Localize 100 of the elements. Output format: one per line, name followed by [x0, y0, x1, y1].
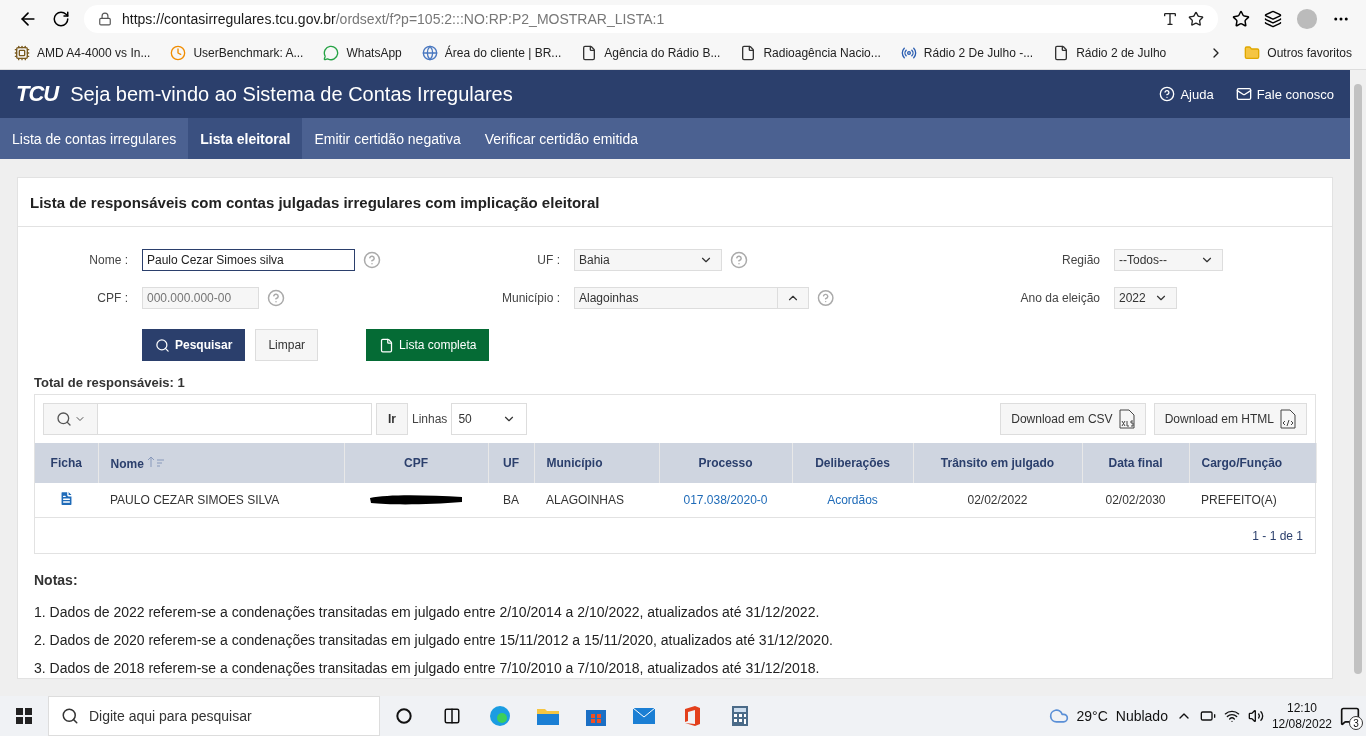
lock-icon	[98, 11, 112, 26]
rows-select[interactable]: 50	[451, 403, 528, 435]
browser-icon[interactable]	[489, 705, 511, 727]
region-select[interactable]: --Todos--	[1114, 249, 1223, 271]
note-text: 3. Dados de 2018 referem-se a condenações transitadas em julgado entre 7/10/2010 a 7/10/2018, atualizados até 31/12/2018.	[33, 659, 821, 678]
download-button[interactable]: Download em HTML	[1153, 403, 1307, 435]
wifi-icon[interactable]	[1223, 708, 1240, 724]
chat-bubble-icon	[323, 45, 340, 61]
page-title: Seja bem-vindo ao Sistema de Contas Irregulares	[70, 82, 514, 106]
collections-icon[interactable]	[1264, 9, 1282, 28]
bookmark[interactable]: UserBenchmark: A...	[170, 45, 304, 61]
column-header[interactable]: Município	[534, 443, 659, 483]
total-count: Total de responsáveis: 1	[33, 374, 186, 392]
note-text: 2. Dados de 2020 referem-se a condenações transitadas em julgado entre 15/11/2012 a 15/11/2020, atualizados até 31/12/2020.	[33, 631, 834, 650]
field-label: UF :	[536, 253, 561, 267]
search-button[interactable]: Pesquisar	[142, 329, 246, 361]
table-cell: BA	[488, 483, 534, 518]
rows-label: Linhas	[412, 412, 448, 426]
card-title: Lista de responsáveis com contas julgadas irregulares com implicação eleitoral	[18, 178, 1332, 227]
clock-icon	[170, 45, 187, 61]
cpf-field[interactable]: 000.000.000-00	[142, 287, 259, 309]
column-header[interactable]: Cargo/Função	[1189, 443, 1316, 483]
table-cell: PREFEITO(A)	[1189, 483, 1316, 518]
process-link[interactable]: 017.038/2020-0	[683, 493, 768, 507]
column-header[interactable]: Nome	[98, 443, 344, 483]
nav-tab[interactable]: Lista de contas irregulares	[0, 118, 189, 159]
column-header[interactable]: CPF	[344, 443, 488, 483]
clear-button[interactable]: Limpar	[255, 329, 319, 361]
weather-text: Nublado	[1115, 708, 1168, 724]
bookmark[interactable]: Rádio 2 De Julho -...	[900, 45, 1034, 61]
favorites-icon[interactable]	[1232, 9, 1250, 28]
windows-logo-icon[interactable]	[16, 708, 32, 724]
download-button[interactable]: Download em CSV	[1000, 403, 1146, 435]
search-icon	[55, 411, 72, 427]
table-cell: 02/02/2030	[1082, 483, 1189, 518]
reload-icon[interactable]	[52, 9, 70, 28]
calculator-icon[interactable]	[732, 706, 748, 726]
help-link[interactable]: Ajuda	[1159, 86, 1214, 102]
field-label: CPF :	[96, 291, 129, 305]
help-icon	[1159, 86, 1176, 102]
field-label: Ano da eleição	[1019, 291, 1101, 305]
xls-file-icon	[1118, 409, 1135, 429]
field-label: Município :	[500, 291, 561, 305]
column-header[interactable]: Trânsito em julgado	[913, 443, 1082, 483]
column-header[interactable]: Processo	[659, 443, 792, 483]
circle-icon[interactable]	[396, 708, 412, 724]
page-icon	[740, 45, 757, 61]
bookmark-folder[interactable]: Outros favoritos	[1244, 45, 1352, 61]
bookmark[interactable]: AMD A4-4000 vs In...	[14, 45, 151, 61]
taskbar-search-field[interactable]: Digite aqui para pesquisar	[48, 696, 380, 736]
temperature-text: 29°C	[1076, 708, 1108, 724]
bookmark[interactable]: Área do cliente | BR...	[421, 45, 562, 61]
search-icon	[61, 707, 79, 725]
document-icon	[379, 337, 395, 353]
field-label: Nome :	[88, 253, 129, 267]
chip-icon	[14, 45, 30, 61]
weather-icon[interactable]	[1048, 706, 1069, 726]
table-cell: 02/02/2022	[913, 483, 1082, 518]
deliberations-link[interactable]: Acordãos	[827, 493, 878, 507]
clock-text[interactable]: 12:10 12/08/2022	[1271, 700, 1332, 732]
pagination-text: 1 - 1 de 1	[1252, 528, 1303, 543]
nav-tab[interactable]: Emitir certidão negativa	[302, 118, 473, 159]
contact-link[interactable]: Fale conosco	[1235, 86, 1334, 102]
task-view-icon[interactable]	[443, 707, 461, 725]
column-header[interactable]: Ficha	[35, 443, 98, 483]
star-icon[interactable]	[1188, 10, 1204, 27]
field-label: Região	[1060, 253, 1101, 267]
column-header[interactable]: UF	[488, 443, 534, 483]
column-header[interactable]: Data final	[1082, 443, 1189, 483]
bookmark[interactable]: WhatsApp	[323, 45, 402, 61]
folder-icon	[1244, 45, 1261, 61]
name-field[interactable]: Paulo Cezar Simoes silva	[142, 249, 355, 271]
bookmark[interactable]: Radioagência Nacio...	[740, 45, 881, 61]
nav-tab[interactable]: Lista eleitoral	[188, 118, 303, 159]
folder-icon[interactable]	[537, 707, 559, 725]
column-header[interactable]: Deliberações	[792, 443, 913, 483]
notes-title: Notas:	[33, 571, 79, 590]
table-cell: ALAGOINHAS	[534, 483, 659, 518]
mail-icon[interactable]	[633, 708, 655, 724]
address-bar[interactable]: https://contasirregulares.tcu.gov.br/ordsext/f?p=105:2:::NO:RP:P2_MOSTRAR_LISTA:1	[84, 4, 1218, 33]
municipality-select[interactable]: Alagoinhas	[574, 287, 809, 309]
battery-icon[interactable]	[1199, 708, 1216, 724]
bookmark[interactable]: Rádio 2 de Julho	[1053, 45, 1167, 61]
nav-tab[interactable]: Verificar certidão emitida	[472, 118, 651, 159]
office-icon[interactable]	[683, 706, 701, 726]
document-icon[interactable]	[58, 490, 75, 507]
read-aloud-icon[interactable]	[1162, 10, 1178, 27]
full-list-button[interactable]: Lista completa	[366, 329, 490, 361]
report-search-field[interactable]	[43, 403, 372, 435]
url-text: https://contasirregulares.tcu.gov.br/ordsext/f?p=105:2:::NO:RP:P2_MOSTRAR_LISTA:1	[122, 10, 665, 27]
radio-icon	[900, 45, 917, 61]
year-select[interactable]: 2022	[1114, 287, 1177, 309]
bookmark[interactable]: Agência do Rádio B...	[581, 45, 721, 61]
volume-icon[interactable]	[1247, 708, 1264, 724]
uf-select[interactable]: Bahia	[574, 249, 722, 271]
note-text: 1. Dados de 2022 referem-se a condenações transitadas em julgado entre 2/10/2014 a 2/10/2022, atualizados até 31/12/2022.	[33, 603, 821, 622]
mail-icon	[1235, 86, 1252, 102]
code-file-icon	[1280, 409, 1296, 429]
table-cell: PAULO CEZAR SIMOES SILVA	[98, 483, 344, 518]
go-button[interactable]: Ir	[376, 403, 408, 435]
